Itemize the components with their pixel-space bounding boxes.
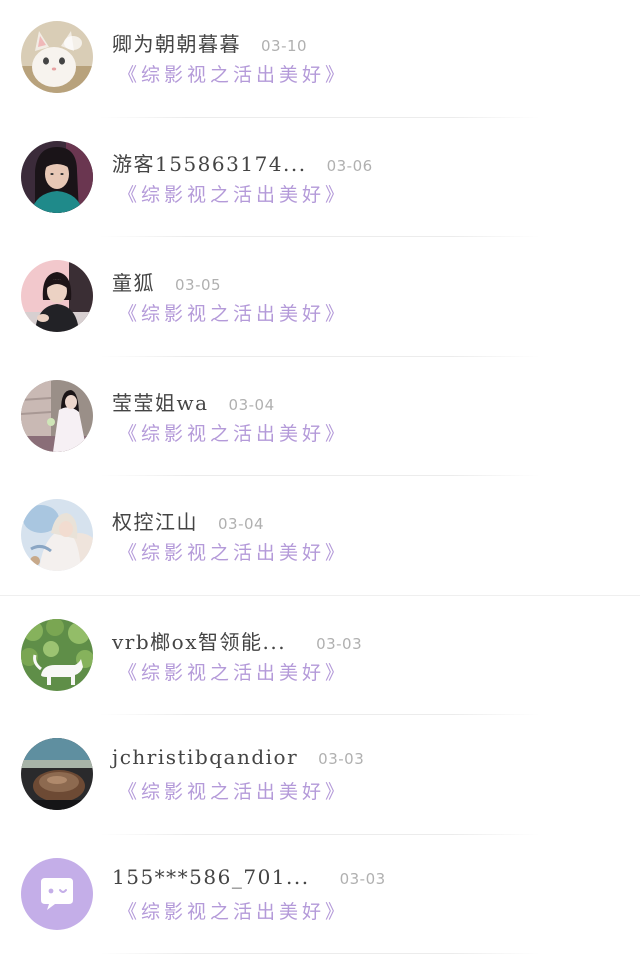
name-line: 游客155863174... 03-06 [112,148,373,176]
comment-row[interactable]: 155***586_701... 03-03 《综影视之活出美好》 [0,837,640,957]
book-title-link[interactable]: 《综影视之活出美好》 [118,897,348,924]
comment-row[interactable]: jchristibqandior 03-03 《综影视之活出美好》 [0,717,640,837]
divider [100,355,540,357]
name-line: 莹莹姐wa 03-04 [112,387,275,415]
cat-avatar-icon[interactable] [21,21,93,93]
name-line: jchristibqandior 03-03 [112,745,364,773]
comment-date: 03-06 [326,156,373,175]
username[interactable]: 卿为朝朝暮暮 [112,28,241,57]
girl-white-dress-avatar[interactable] [21,379,93,452]
divider [100,475,540,476]
username[interactable]: 155***586_701... [112,865,310,889]
comment-date: 03-03 [318,750,365,768]
username[interactable]: 游客155863174... [112,148,307,177]
book-title-link[interactable]: 《综影视之活出美好》 [118,299,348,326]
comment-row[interactable]: 卿为朝朝暮暮 03-10 《综影视之活出美好》 [0,0,640,120]
name-line: 童狐 03-05 [112,267,221,295]
chat-bubble-avatar[interactable] [21,857,93,930]
comment-date: 03-04 [228,395,275,414]
name-line: vrb榔ox智领能... 03-03 [112,626,362,654]
book-title-link[interactable]: 《综影视之活出美好》 [118,777,348,804]
divider [100,953,540,954]
comment-date: 03-03 [339,869,386,888]
girl-sitting-avatar[interactable] [21,260,93,332]
comment-list: 卿为朝朝暮暮 03-10 《综影视之活出美好》 游客155863174... 0… [0,0,640,968]
comment-date: 03-03 [316,634,363,653]
divider [100,236,540,237]
book-title-link[interactable]: 《综影视之活出美好》 [118,60,348,87]
username[interactable]: 童狐 [112,267,155,296]
username[interactable]: 莹莹姐wa [112,387,209,416]
comment-date: 03-05 [175,276,222,294]
name-line: 155***586_701... 03-03 [112,865,386,893]
username[interactable]: jchristibqandior [112,745,298,769]
divider [100,833,540,835]
book-title-link[interactable]: 《综影视之活出美好》 [118,538,348,565]
comment-row[interactable]: 游客155863174... 03-06 《综影视之活出美好》 [0,120,640,240]
comment-date: 03-04 [218,515,265,533]
book-title-link[interactable]: 《综影视之活出美好》 [118,180,348,207]
comment-row[interactable]: 童狐 03-05 《综影视之活出美好》 [0,239,640,359]
girl-portrait-avatar[interactable] [21,140,93,213]
white-cat-leaves-avatar[interactable] [21,618,93,691]
divider [100,116,540,118]
divider [100,714,540,715]
name-line: 权控江山 03-04 [112,506,264,534]
dark-shell-avatar[interactable] [21,738,93,810]
divider [0,594,640,596]
book-title-link[interactable]: 《综影视之活出美好》 [118,419,348,446]
comment-row[interactable]: 权控江山 03-04 《综影视之活出美好》 [0,478,640,598]
comment-row[interactable]: vrb榔ox智领能... 03-03 《综影视之活出美好》 [0,598,640,718]
anime-art-avatar[interactable] [21,499,93,571]
name-line: 卿为朝朝暮暮 03-10 [112,28,307,56]
comment-row[interactable]: 莹莹姐wa 03-04 《综影视之活出美好》 [0,359,640,479]
comment-date: 03-10 [261,37,308,55]
book-title-link[interactable]: 《综影视之活出美好》 [118,658,348,685]
username[interactable]: vrb榔ox智领能... [112,626,286,655]
username[interactable]: 权控江山 [112,506,198,535]
